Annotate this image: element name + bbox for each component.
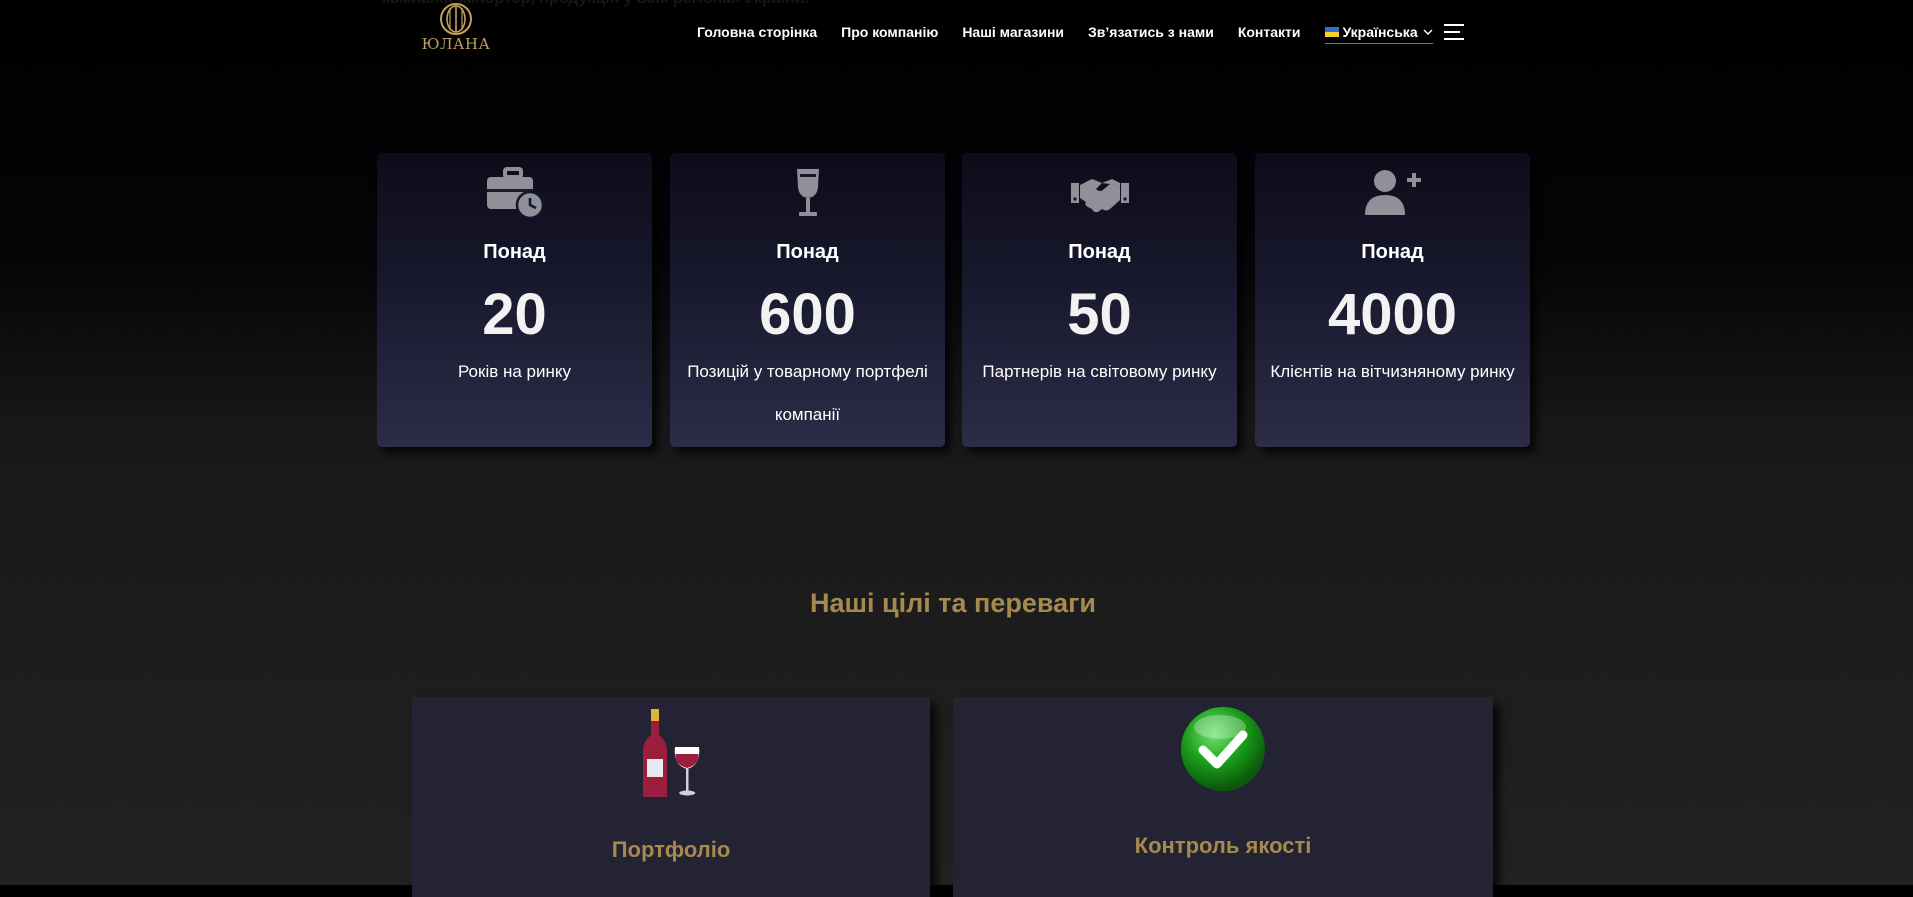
feature-title: Контроль якості: [1134, 833, 1312, 858]
stat-card-clients: Понад 4000 Клієнтів на вітчизняному ринк…: [1255, 153, 1530, 447]
wine-bottle-glass-icon: [643, 709, 700, 797]
chevron-down-icon: [1423, 29, 1433, 35]
stat-value: 50: [1067, 282, 1132, 347]
nav-item-about[interactable]: Про компанію: [841, 24, 938, 40]
stat-label: Партнерів на світовому ринку: [982, 362, 1217, 381]
stat-prefix: Понад: [483, 241, 546, 263]
stat-prefix: Понад: [1068, 241, 1131, 263]
stat-card-positions: Понад 600 Позицій у товарному портфелі к…: [670, 153, 945, 447]
stat-value: 600: [759, 282, 856, 347]
language-switcher[interactable]: Українська: [1324, 24, 1433, 44]
language-label: Українська: [1342, 24, 1418, 40]
handshake-icon: [1070, 179, 1129, 213]
feature-card-portfolio: Портфоліо: [412, 697, 930, 897]
section-title: Наші цілі та переваги: [810, 588, 1096, 618]
stat-prefix: Понад: [1361, 241, 1424, 263]
stats-row: Понад 20 Років на ринку Понад 600 Позиці…: [377, 153, 1530, 447]
stat-card-years: Понад 20 Років на ринку: [377, 153, 652, 447]
nav-item-contacts[interactable]: Контакти: [1238, 24, 1301, 40]
feature-title: Портфоліо: [611, 837, 731, 862]
barrel-logo-icon: [440, 3, 472, 35]
stat-label: Клієнтів на вітчизняному ринку: [1270, 362, 1515, 381]
stat-label: Позицій у товарному портфелі компанії: [687, 362, 928, 424]
stat-label: Років на ринку: [457, 362, 572, 381]
stat-value: 4000: [1327, 282, 1458, 347]
stat-prefix: Понад: [776, 241, 839, 263]
feature-card-quality: Контроль якості: [953, 697, 1493, 897]
main-nav: Головна сторінка Про компанію Наші магаз…: [697, 22, 1464, 44]
site-header: компанія-імпортер, продукція у всіх регі…: [0, 0, 1913, 64]
wine-glass-icon: [796, 169, 819, 216]
ukraine-flag-icon: [1324, 27, 1339, 37]
stat-card-partners: Понад 50 Партнерів на світовому ринку: [962, 153, 1237, 447]
stat-value: 20: [482, 282, 547, 347]
briefcase-clock-icon: [486, 167, 544, 219]
nav-item-home[interactable]: Головна сторінка: [697, 24, 817, 40]
green-check-icon: [1181, 707, 1265, 791]
site-logo[interactable]: ЮЛАНА: [421, 2, 491, 58]
user-plus-icon: [1364, 170, 1421, 215]
nav-item-stores[interactable]: Наші магазини: [962, 24, 1064, 40]
logo-text: ЮЛАНА: [421, 35, 491, 53]
nav-item-contact-us[interactable]: Зв’язатись з нами: [1088, 24, 1214, 40]
hamburger-menu-icon[interactable]: [1443, 23, 1464, 41]
